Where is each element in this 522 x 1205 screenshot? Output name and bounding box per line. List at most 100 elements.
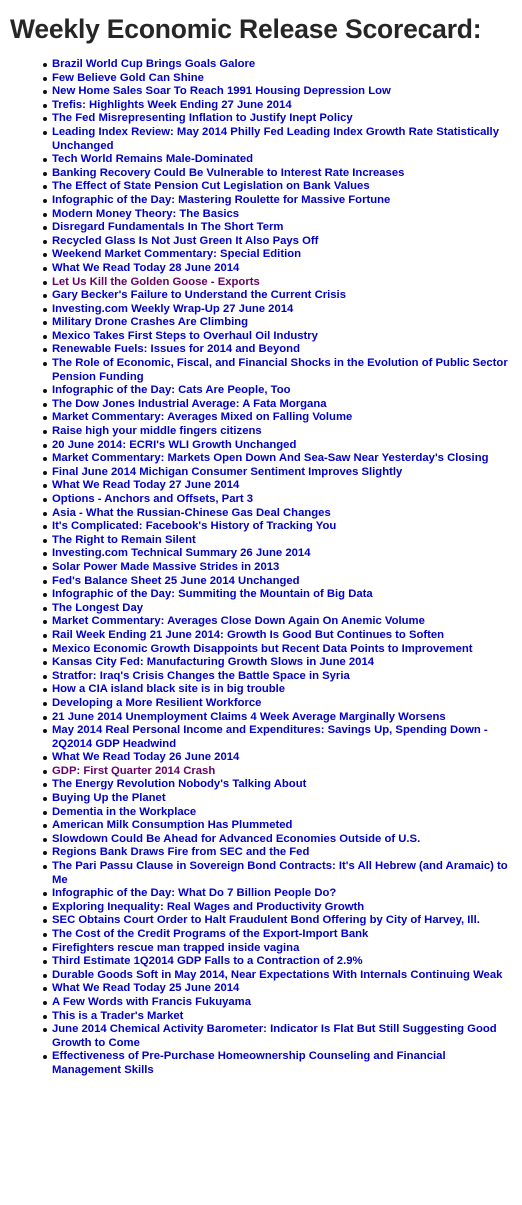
article-link[interactable]: The Dow Jones Industrial Average: A Fata… [52,398,512,412]
list-item[interactable]: What We Read Today 26 June 2014 [0,751,512,765]
list-item[interactable]: Infographic of the Day: What Do 7 Billio… [0,887,512,901]
article-link[interactable]: Tech World Remains Male-Dominated [52,153,512,167]
article-link[interactable]: Mexico Takes First Steps to Overhaul Oil… [52,330,512,344]
list-item[interactable]: The Fed Misrepresenting Inflation to Jus… [0,112,512,126]
list-item[interactable]: Third Estimate 1Q2014 GDP Falls to a Con… [0,955,512,969]
list-item[interactable]: Rail Week Ending 21 June 2014: Growth Is… [0,629,512,643]
article-link[interactable]: Brazil World Cup Brings Goals Galore [52,58,512,72]
list-item[interactable]: The Pari Passu Clause in Sovereign Bond … [0,860,512,887]
list-item[interactable]: The Longest Day [0,602,512,616]
article-link[interactable]: Market Commentary: Averages Mixed on Fal… [52,411,512,425]
list-item[interactable]: Final June 2014 Michigan Consumer Sentim… [0,466,512,480]
list-item[interactable]: Modern Money Theory: The Basics [0,208,512,222]
article-link[interactable]: Firefighters rescue man trapped inside v… [52,942,512,956]
article-link[interactable]: Mexico Economic Growth Disappoints but R… [52,643,512,657]
article-link[interactable]: Slowdown Could Be Ahead for Advanced Eco… [52,833,512,847]
article-link[interactable]: Investing.com Weekly Wrap-Up 27 June 201… [52,303,512,317]
article-link[interactable]: Renewable Fuels: Issues for 2014 and Bey… [52,343,512,357]
list-item[interactable]: 21 June 2014 Unemployment Claims 4 Week … [0,711,512,725]
article-link[interactable]: The Longest Day [52,602,512,616]
list-item[interactable]: The Cost of the Credit Programs of the E… [0,928,512,942]
article-link[interactable]: Developing a More Resilient Workforce [52,697,512,711]
article-link[interactable]: Effectiveness of Pre-Purchase Homeowners… [52,1050,512,1077]
article-link[interactable]: 21 June 2014 Unemployment Claims 4 Week … [52,711,512,725]
list-item[interactable]: It's Complicated: Facebook's History of … [0,520,512,534]
article-link[interactable]: Durable Goods Soft in May 2014, Near Exp… [52,969,512,983]
article-link[interactable]: What We Read Today 28 June 2014 [52,262,512,276]
list-item[interactable]: American Milk Consumption Has Plummeted [0,819,512,833]
article-link[interactable]: Leading Index Review: May 2014 Philly Fe… [52,126,512,153]
article-link[interactable]: Fed's Balance Sheet 25 June 2014 Unchang… [52,575,512,589]
article-link[interactable]: June 2014 Chemical Activity Barometer: I… [52,1023,512,1050]
article-link[interactable]: The Right to Remain Silent [52,534,512,548]
list-item[interactable]: Let Us Kill the Golden Goose - Exports [0,276,512,290]
article-link[interactable]: Rail Week Ending 21 June 2014: Growth Is… [52,629,512,643]
article-link[interactable]: Options - Anchors and Offsets, Part 3 [52,493,512,507]
article-link[interactable]: A Few Words with Francis Fukuyama [52,996,512,1010]
article-link[interactable]: The Effect of State Pension Cut Legislat… [52,180,512,194]
list-item[interactable]: Trefis: Highlights Week Ending 27 June 2… [0,99,512,113]
article-link[interactable]: How a CIA island black site is in big tr… [52,683,512,697]
article-link[interactable]: Investing.com Technical Summary 26 June … [52,547,512,561]
article-link[interactable]: Exploring Inequality: Real Wages and Pro… [52,901,512,915]
list-item[interactable]: June 2014 Chemical Activity Barometer: I… [0,1023,512,1050]
article-link[interactable]: Regions Bank Draws Fire from SEC and the… [52,846,512,860]
list-item[interactable]: Leading Index Review: May 2014 Philly Fe… [0,126,512,153]
article-link[interactable]: The Pari Passu Clause in Sovereign Bond … [52,860,512,887]
article-link[interactable]: What We Read Today 26 June 2014 [52,751,512,765]
article-link[interactable]: Raise high your middle fingers citizens [52,425,512,439]
list-item[interactable]: New Home Sales Soar To Reach 1991 Housin… [0,85,512,99]
list-item[interactable]: Tech World Remains Male-Dominated [0,153,512,167]
list-item[interactable]: Fed's Balance Sheet 25 June 2014 Unchang… [0,575,512,589]
article-link[interactable]: The Energy Revolution Nobody's Talking A… [52,778,512,792]
list-item[interactable]: Market Commentary: Averages Close Down A… [0,615,512,629]
list-item[interactable]: Effectiveness of Pre-Purchase Homeowners… [0,1050,512,1077]
article-link[interactable]: SEC Obtains Court Order to Halt Fraudule… [52,914,512,928]
list-item[interactable]: Dementia in the Workplace [0,806,512,820]
article-link[interactable]: Recycled Glass Is Not Just Green It Also… [52,235,512,249]
list-item[interactable]: Stratfor: Iraq's Crisis Changes the Batt… [0,670,512,684]
list-item[interactable]: Options - Anchors and Offsets, Part 3 [0,493,512,507]
list-item[interactable]: Mexico Takes First Steps to Overhaul Oil… [0,330,512,344]
article-link[interactable]: Infographic of the Day: Summiting the Mo… [52,588,512,602]
article-link[interactable]: Let Us Kill the Golden Goose - Exports [52,276,512,290]
list-item[interactable]: The Role of Economic, Fiscal, and Financ… [0,357,512,384]
article-link[interactable]: GDP: First Quarter 2014 Crash [52,765,512,779]
list-item[interactable]: Durable Goods Soft in May 2014, Near Exp… [0,969,512,983]
article-link[interactable]: Military Drone Crashes Are Climbing [52,316,512,330]
article-link[interactable]: Market Commentary: Markets Open Down And… [52,452,512,466]
article-link[interactable]: It's Complicated: Facebook's History of … [52,520,512,534]
list-item[interactable]: The Energy Revolution Nobody's Talking A… [0,778,512,792]
list-item[interactable]: Gary Becker's Failure to Understand the … [0,289,512,303]
list-item[interactable]: Developing a More Resilient Workforce [0,697,512,711]
article-link[interactable]: Banking Recovery Could Be Vulnerable to … [52,167,512,181]
article-link[interactable]: Few Believe Gold Can Shine [52,72,512,86]
list-item[interactable]: A Few Words with Francis Fukuyama [0,996,512,1010]
article-link[interactable]: Infographic of the Day: Cats Are People,… [52,384,512,398]
list-item[interactable]: Infographic of the Day: Summiting the Mo… [0,588,512,602]
article-link[interactable]: Modern Money Theory: The Basics [52,208,512,222]
article-link[interactable]: American Milk Consumption Has Plummeted [52,819,512,833]
article-link[interactable]: Solar Power Made Massive Strides in 2013 [52,561,512,575]
list-item[interactable]: Asia - What the Russian-Chinese Gas Deal… [0,507,512,521]
list-item[interactable]: Disregard Fundamentals In The Short Term [0,221,512,235]
list-item[interactable]: May 2014 Real Personal Income and Expend… [0,724,512,751]
article-link[interactable]: New Home Sales Soar To Reach 1991 Housin… [52,85,512,99]
article-link[interactable]: The Cost of the Credit Programs of the E… [52,928,512,942]
list-item[interactable]: Infographic of the Day: Cats Are People,… [0,384,512,398]
list-item[interactable]: Slowdown Could Be Ahead for Advanced Eco… [0,833,512,847]
article-link[interactable]: May 2014 Real Personal Income and Expend… [52,724,512,751]
list-item[interactable]: Banking Recovery Could Be Vulnerable to … [0,167,512,181]
list-item[interactable]: What We Read Today 28 June 2014 [0,262,512,276]
article-link[interactable]: The Role of Economic, Fiscal, and Financ… [52,357,512,384]
article-link[interactable]: Final June 2014 Michigan Consumer Sentim… [52,466,512,480]
article-link[interactable]: Stratfor: Iraq's Crisis Changes the Batt… [52,670,512,684]
list-item[interactable]: Market Commentary: Markets Open Down And… [0,452,512,466]
list-item[interactable]: Buying Up the Planet [0,792,512,806]
article-link[interactable]: Market Commentary: Averages Close Down A… [52,615,512,629]
list-item[interactable]: The Effect of State Pension Cut Legislat… [0,180,512,194]
article-link[interactable]: Third Estimate 1Q2014 GDP Falls to a Con… [52,955,512,969]
list-item[interactable]: Regions Bank Draws Fire from SEC and the… [0,846,512,860]
list-item[interactable]: Investing.com Technical Summary 26 June … [0,547,512,561]
article-link[interactable]: What We Read Today 27 June 2014 [52,479,512,493]
